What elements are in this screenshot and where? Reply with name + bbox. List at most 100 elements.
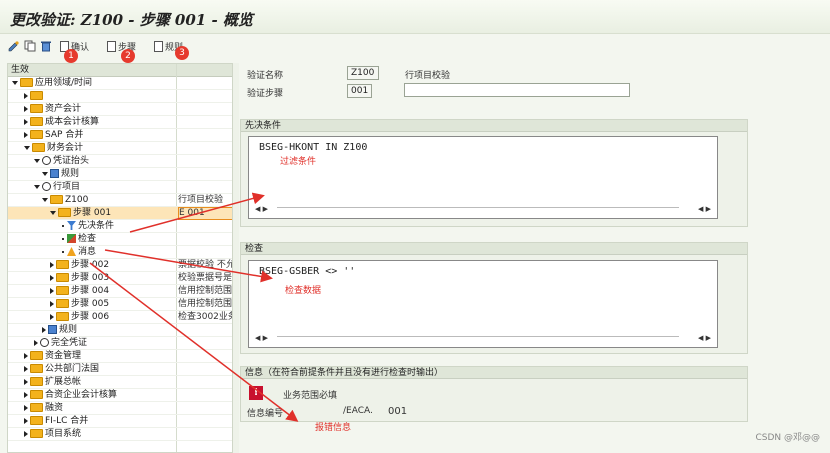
folder-icon	[56, 286, 69, 295]
expand-right-icon[interactable]	[24, 131, 28, 138]
tree-node-app-area[interactable]: 应用领域/时间	[8, 77, 232, 90]
expand-right-icon[interactable]	[24, 365, 28, 372]
tree-node-fi-lc[interactable]: FI-LC 合并	[8, 415, 232, 428]
pane-splitter[interactable]	[233, 63, 239, 453]
expand-right-icon[interactable]	[24, 92, 28, 99]
expand-right-icon[interactable]	[24, 430, 28, 437]
prerequisite-editor[interactable]: BSEG-HKONT IN Z100 ◀ ▶ ◀ ▶	[248, 136, 718, 219]
tree-node-financial-accounting[interactable]: 财务会计	[8, 142, 232, 155]
tree-node-sap-consolidation[interactable]: SAP 合并	[8, 129, 232, 142]
expand-right-icon[interactable]	[24, 118, 28, 125]
rule-icon	[50, 169, 59, 178]
message-class: /EACA.	[343, 406, 373, 416]
expand-down-icon[interactable]	[12, 80, 18, 85]
tree-node-public-sector-fr[interactable]: 公共部门法国	[8, 363, 232, 376]
horizontal-scrollbar[interactable]: ◀ ▶ ◀ ▶	[253, 333, 713, 343]
expand-right-icon[interactable]	[50, 287, 54, 294]
expand-right-icon[interactable]	[50, 313, 54, 320]
scroll-track[interactable]	[277, 336, 679, 340]
clock-icon	[42, 182, 51, 191]
node-label: 步骤 006	[71, 312, 110, 322]
expand-right-icon[interactable]	[24, 417, 28, 424]
node-label: 融资	[45, 403, 64, 413]
tree-node-step-004[interactable]: 步骤 004 信用控制范围	[8, 285, 232, 298]
node-label: 步骤 001	[73, 208, 112, 218]
expand-down-icon[interactable]	[24, 145, 30, 150]
folder-icon	[30, 117, 43, 126]
expand-right-icon[interactable]	[50, 300, 54, 307]
scroll-left-icon[interactable]: ◀ ▶	[255, 205, 268, 213]
scroll-track[interactable]	[277, 207, 679, 211]
edit-icon[interactable]	[8, 38, 20, 54]
annotation-error-message: 报错信息	[315, 423, 352, 433]
expand-right-icon[interactable]	[24, 105, 28, 112]
tree-node-special-ledger[interactable]: 扩展总帐	[8, 376, 232, 389]
tree-node-step-003[interactable]: 步骤 003 校验票据号是	[8, 272, 233, 285]
tree-node-step-006[interactable]: 步骤 006 检查3002业务	[8, 311, 233, 324]
tree-node-financing[interactable]: 融资	[8, 402, 232, 415]
tree-node-step-002[interactable]: 步骤 002 票据校验 不允	[8, 259, 232, 272]
warning-icon	[67, 247, 76, 256]
scroll-right-icon[interactable]: ◀ ▶	[698, 334, 711, 342]
tree-node-step-005[interactable]: 步骤 005 信用控制范围	[8, 298, 232, 311]
tree-node-project-system[interactable]: 项目系统	[8, 428, 232, 441]
folder-icon	[56, 312, 69, 321]
node-description: 校验票据号是	[178, 273, 233, 283]
expand-down-icon[interactable]	[42, 197, 48, 202]
tree-node-check[interactable]: 检查	[8, 233, 232, 246]
check-editor[interactable]: BSEG-GSBER <> '' ◀ ▶ ◀ ▶	[248, 260, 718, 348]
document-icon	[154, 40, 163, 52]
annotation-badge-2: 2	[121, 49, 135, 63]
expand-right-icon[interactable]	[24, 404, 28, 411]
tree-node-joint-venture[interactable]: 合资企业会计核算	[8, 389, 232, 402]
bullet-icon	[62, 250, 64, 253]
expand-right-icon[interactable]	[24, 391, 28, 398]
tree-node-rules-1[interactable]: 规则	[8, 168, 232, 181]
node-label: Z100	[65, 195, 89, 205]
node-label: 步骤 004	[71, 286, 110, 296]
check-group: 检查 BSEG-GSBER <> '' ◀ ▶ ◀ ▶	[240, 242, 748, 354]
message-title: 信息（在符合前提条件并且没有进行检查时输出）	[241, 367, 747, 379]
expand-right-icon[interactable]	[50, 261, 54, 268]
expand-right-icon[interactable]	[50, 274, 54, 281]
node-label: 成本会计核算	[45, 117, 100, 127]
tree-node-cost-accounting[interactable]: 成本会计核算	[8, 116, 232, 129]
tree-node-asset-accounting[interactable]: 资产会计	[8, 103, 232, 116]
scroll-right-icon[interactable]: ◀ ▶	[698, 205, 711, 213]
folder-open-icon	[58, 208, 71, 217]
tree-node-complete-document[interactable]: 完全凭证	[8, 337, 232, 350]
expand-down-icon[interactable]	[50, 210, 56, 215]
horizontal-scrollbar[interactable]: ◀ ▶ ◀ ▶	[253, 204, 713, 214]
tree-node-empty[interactable]	[8, 90, 232, 103]
folder-icon	[30, 91, 43, 100]
copy-icon[interactable]	[24, 38, 36, 54]
toolbar: 确认 步骤 规则 1 2 3	[0, 34, 830, 63]
tree-node-line-items[interactable]: 行项目	[8, 181, 232, 194]
folder-icon	[30, 403, 43, 412]
expand-down-icon[interactable]	[34, 184, 40, 189]
folder-icon	[56, 299, 69, 308]
tree-node-treasury[interactable]: 资金管理	[8, 350, 232, 363]
folder-icon	[30, 130, 43, 139]
tree-node-step-001[interactable]: 步骤 001 E 001	[8, 207, 232, 220]
folder-open-icon	[20, 78, 33, 87]
expand-down-icon[interactable]	[42, 171, 48, 176]
scroll-left-icon[interactable]: ◀ ▶	[255, 334, 268, 342]
expand-right-icon[interactable]	[42, 326, 46, 333]
node-label: 公共部门法国	[45, 364, 100, 374]
tree-node-doc-header[interactable]: 凭证抬头	[8, 155, 232, 168]
expand-right-icon[interactable]	[24, 378, 28, 385]
step-description-field[interactable]	[404, 83, 630, 97]
delete-icon[interactable]	[40, 38, 52, 54]
tree-node-z100[interactable]: Z100 行项目校验	[8, 194, 232, 207]
expand-right-icon[interactable]	[24, 352, 28, 359]
node-label: 扩展总帐	[45, 377, 82, 387]
tree-node-prerequisite[interactable]: 先决条件	[8, 220, 232, 233]
folder-icon	[56, 260, 69, 269]
expand-down-icon[interactable]	[34, 158, 40, 163]
prerequisite-title: 先决条件	[241, 120, 747, 132]
node-description: 检查3002业务	[178, 312, 233, 322]
tree-node-rules-2[interactable]: 规则	[8, 324, 232, 337]
tree-node-message[interactable]: 消息	[8, 246, 232, 259]
expand-right-icon[interactable]	[34, 339, 38, 346]
